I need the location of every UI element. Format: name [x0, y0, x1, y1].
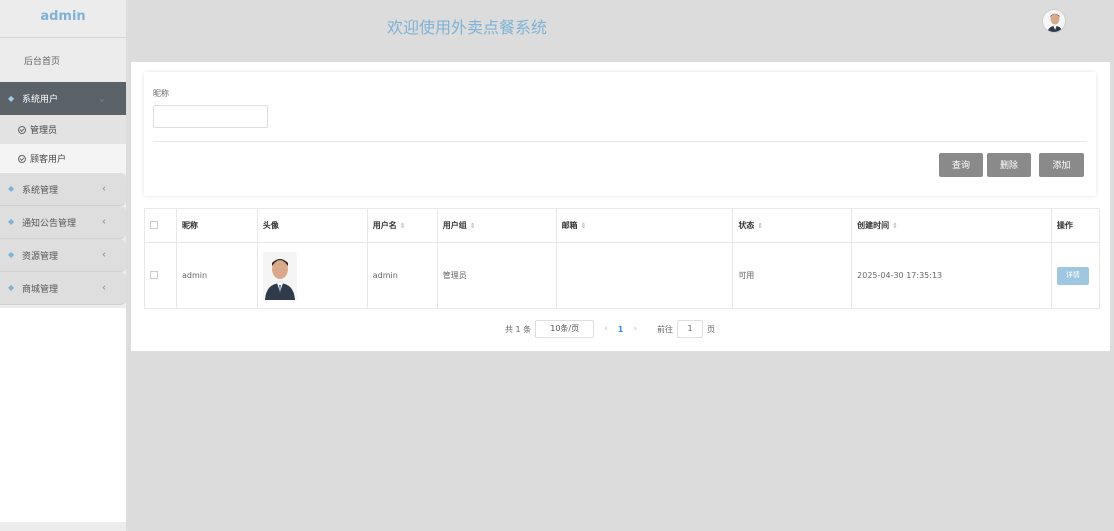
- sidebar-item-system-manage[interactable]: ◆ 系统管理 ‹: [0, 173, 126, 206]
- add-button[interactable]: 添加: [1039, 153, 1084, 177]
- cell-action: 详情: [1050, 242, 1101, 309]
- column-label: 用户名: [372, 221, 397, 230]
- column-email[interactable]: 邮箱 ⇕: [555, 208, 734, 243]
- sidebar-subitem-label: 管理员: [30, 126, 58, 136]
- goto-label: 前往: [656, 324, 673, 334]
- column-status[interactable]: 状态 ⇕: [732, 208, 853, 243]
- select-all-checkbox[interactable]: [150, 220, 158, 229]
- column-label: 状态: [738, 221, 755, 230]
- goto-page-input[interactable]: 1: [676, 320, 703, 338]
- cell-email: [555, 242, 734, 309]
- sidebar-item-label: 系统用户: [22, 95, 59, 105]
- prev-page-icon[interactable]: ‹: [604, 324, 608, 334]
- column-label: 创建时间: [857, 221, 890, 230]
- sidebar-subitem-label: 顾客用户: [30, 155, 67, 165]
- sort-icon[interactable]: ⇕: [400, 222, 406, 230]
- sidebar-subitem-admin[interactable]: 管理员: [0, 115, 126, 144]
- sidebar-subitem-customer[interactable]: 顾客用户: [0, 144, 126, 173]
- row-select-cell: [144, 242, 177, 309]
- main-content: 昵称 查询 删除 添加 昵称 头像 用户名 ⇕ 用户组 ⇕ 邮箱 ⇕ 状态 ⇕ 创建时间…: [131, 62, 1110, 351]
- pagination: 共 1 条 10条/页 ‹ 1 › 前往 1 页: [505, 320, 715, 338]
- detail-button[interactable]: 详情: [1056, 266, 1089, 285]
- total-count: 共 1 条: [505, 324, 532, 334]
- sort-icon[interactable]: ⇕: [757, 222, 763, 230]
- cell-avatar: [256, 242, 368, 309]
- column-created[interactable]: 创建时间 ⇕: [851, 208, 1052, 243]
- avatar[interactable]: [1042, 9, 1066, 33]
- cell-created: 2025-04-30 17:35:13: [851, 242, 1052, 309]
- diamond-icon: ◆: [8, 217, 15, 226]
- chevron-left-icon: ‹: [102, 282, 106, 294]
- sidebar-item-notice-manage[interactable]: ◆ 通知公告管理 ‹: [0, 206, 126, 239]
- filter-panel: 昵称 查询 删除 添加: [144, 72, 1096, 196]
- sidebar: admin 后台首页 ◆ 系统用户 ⌄ 管理员 顾客用户 ◆ 系统管理 ‹ ◆ …: [0, 0, 126, 531]
- divider: [153, 141, 1087, 142]
- user-avatar-icon: [1043, 10, 1065, 32]
- column-label: 邮箱: [561, 221, 578, 230]
- column-action: 操作: [1050, 208, 1101, 243]
- page-number[interactable]: 1: [618, 325, 624, 334]
- delete-button[interactable]: 删除: [987, 153, 1031, 177]
- nickname-label: 昵称: [153, 89, 169, 98]
- column-nickname: 昵称: [175, 208, 258, 243]
- page-suffix: 页: [706, 324, 715, 334]
- chevron-down-icon: ⌄: [97, 93, 106, 104]
- check-circle-icon: [18, 125, 26, 134]
- chevron-left-icon: ‹: [102, 183, 106, 195]
- cell-group: 管理员: [436, 242, 557, 309]
- query-button[interactable]: 查询: [939, 153, 983, 177]
- cell-username: admin: [366, 242, 438, 309]
- next-page-icon[interactable]: ›: [633, 324, 637, 334]
- users-table: 昵称 头像 用户名 ⇕ 用户组 ⇕ 邮箱 ⇕ 状态 ⇕ 创建时间 ⇕ 操作 admin: [144, 208, 1101, 309]
- sidebar-item-label: 系统管理: [22, 185, 59, 196]
- table-header-row: 昵称 头像 用户名 ⇕ 用户组 ⇕ 邮箱 ⇕ 状态 ⇕ 创建时间 ⇕ 操作: [144, 208, 1101, 243]
- chevron-left-icon: ‹: [102, 216, 106, 228]
- sort-icon[interactable]: ⇕: [470, 222, 476, 230]
- header: 欢迎使用外卖点餐系统: [126, 0, 1114, 55]
- diamond-icon: ◆: [8, 283, 15, 292]
- column-avatar: 头像: [256, 208, 368, 243]
- sidebar-empty-area: [0, 308, 126, 522]
- select-all-cell: [144, 208, 177, 243]
- cell-status: 可用: [732, 242, 853, 309]
- sidebar-item-mall-manage[interactable]: ◆ 商城管理 ‹: [0, 272, 126, 305]
- diamond-icon: ◆: [8, 93, 15, 103]
- check-circle-icon: [18, 154, 26, 163]
- column-group[interactable]: 用户组 ⇕: [436, 208, 557, 243]
- page-title: 欢迎使用外卖点餐系统: [387, 18, 548, 37]
- column-label: 用户组: [442, 221, 467, 230]
- sidebar-item-system-users[interactable]: ◆ 系统用户 ⌄: [0, 82, 126, 115]
- diamond-icon: ◆: [8, 250, 15, 259]
- user-photo: [262, 251, 297, 300]
- chevron-left-icon: ‹: [102, 249, 106, 261]
- sidebar-item-resource-manage[interactable]: ◆ 资源管理 ‹: [0, 239, 126, 272]
- cell-nickname: admin: [175, 242, 258, 309]
- page-size-select[interactable]: 10条/页: [535, 320, 595, 338]
- sort-icon[interactable]: ⇕: [581, 222, 587, 230]
- sidebar-item-label: 资源管理: [22, 251, 59, 262]
- sort-icon[interactable]: ⇕: [892, 222, 898, 230]
- nickname-input[interactable]: [153, 105, 268, 128]
- user-photo-icon: [262, 251, 297, 300]
- table-row: admin admin 管理员 可用 2025-04-30 17:35:13 详…: [144, 242, 1101, 309]
- sidebar-item-home[interactable]: 后台首页: [0, 38, 126, 82]
- sidebar-logo: admin: [0, 0, 126, 38]
- sidebar-item-label: 通知公告管理: [22, 218, 77, 229]
- column-username[interactable]: 用户名 ⇕: [366, 208, 438, 243]
- diamond-icon: ◆: [8, 184, 15, 193]
- row-checkbox[interactable]: [150, 270, 158, 279]
- sidebar-item-label: 商城管理: [22, 284, 59, 295]
